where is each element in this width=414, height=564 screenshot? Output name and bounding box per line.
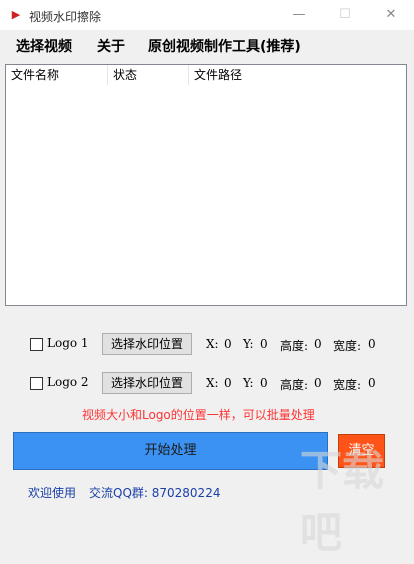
window-title: 视频水印擦除 <box>29 10 102 24</box>
column-file-path[interactable]: 文件路径 <box>189 65 406 85</box>
file-list[interactable]: 文件名称 状态 文件路径 <box>5 64 407 306</box>
logo2-select-position-button[interactable]: 选择水印位置 <box>102 372 192 394</box>
menu-about[interactable]: 关于 <box>97 36 125 56</box>
close-button[interactable]: ✕ <box>368 0 414 30</box>
welcome-text: 欢迎使用 <box>28 486 77 500</box>
logo2-height-label: 高度: <box>280 378 309 392</box>
logo1-x-value: 0 <box>224 337 232 351</box>
logo1-select-position-button[interactable]: 选择水印位置 <box>102 333 192 355</box>
menu-bar: 选择视频 关于 原创视频制作工具(推荐) <box>0 30 414 58</box>
list-header: 文件名称 状态 文件路径 <box>6 65 406 85</box>
logo2-y-label: Y: <box>243 376 254 390</box>
logo2-label: Logo 2 <box>47 375 89 389</box>
qq-group-text: 交流QQ群: 870280224 <box>89 486 221 500</box>
logo1-y-label: Y: <box>243 337 254 351</box>
logo2-x-label: X: <box>206 376 219 390</box>
logo2-checkbox[interactable] <box>30 377 43 390</box>
menu-original-tools[interactable]: 原创视频制作工具(推荐) <box>148 36 301 56</box>
minimize-button[interactable]: — <box>276 0 322 30</box>
title-bar: ▶ 视频水印擦除 — ☐ ✕ <box>0 0 414 30</box>
logo1-width-label: 宽度: <box>333 339 362 353</box>
logo1-height-label: 高度: <box>280 339 309 353</box>
logo1-width-value: 0 <box>368 337 376 351</box>
start-processing-button[interactable]: 开始处理 <box>13 432 328 470</box>
logo1-x-label: X: <box>206 337 219 351</box>
logo1-y-value: 0 <box>260 337 268 351</box>
batch-notice: 视频大小和Logo的位置一样，可以批量处理 <box>82 408 315 422</box>
logo2-height-value: 0 <box>314 376 322 390</box>
column-status[interactable]: 状态 <box>108 65 189 85</box>
menu-select-video[interactable]: 选择视频 <box>16 36 72 56</box>
app-logo-icon: ▶ <box>11 8 21 21</box>
logo2-x-value: 0 <box>224 376 232 390</box>
column-file-name[interactable]: 文件名称 <box>6 65 108 85</box>
logo1-height-value: 0 <box>314 337 322 351</box>
logo2-width-label: 宽度: <box>333 378 362 392</box>
logo2-y-value: 0 <box>260 376 268 390</box>
logo1-checkbox[interactable] <box>30 338 43 351</box>
clear-button[interactable]: 清空 <box>338 434 385 468</box>
logo2-width-value: 0 <box>368 376 376 390</box>
maximize-button[interactable]: ☐ <box>322 0 368 30</box>
logo1-label: Logo 1 <box>47 336 89 350</box>
